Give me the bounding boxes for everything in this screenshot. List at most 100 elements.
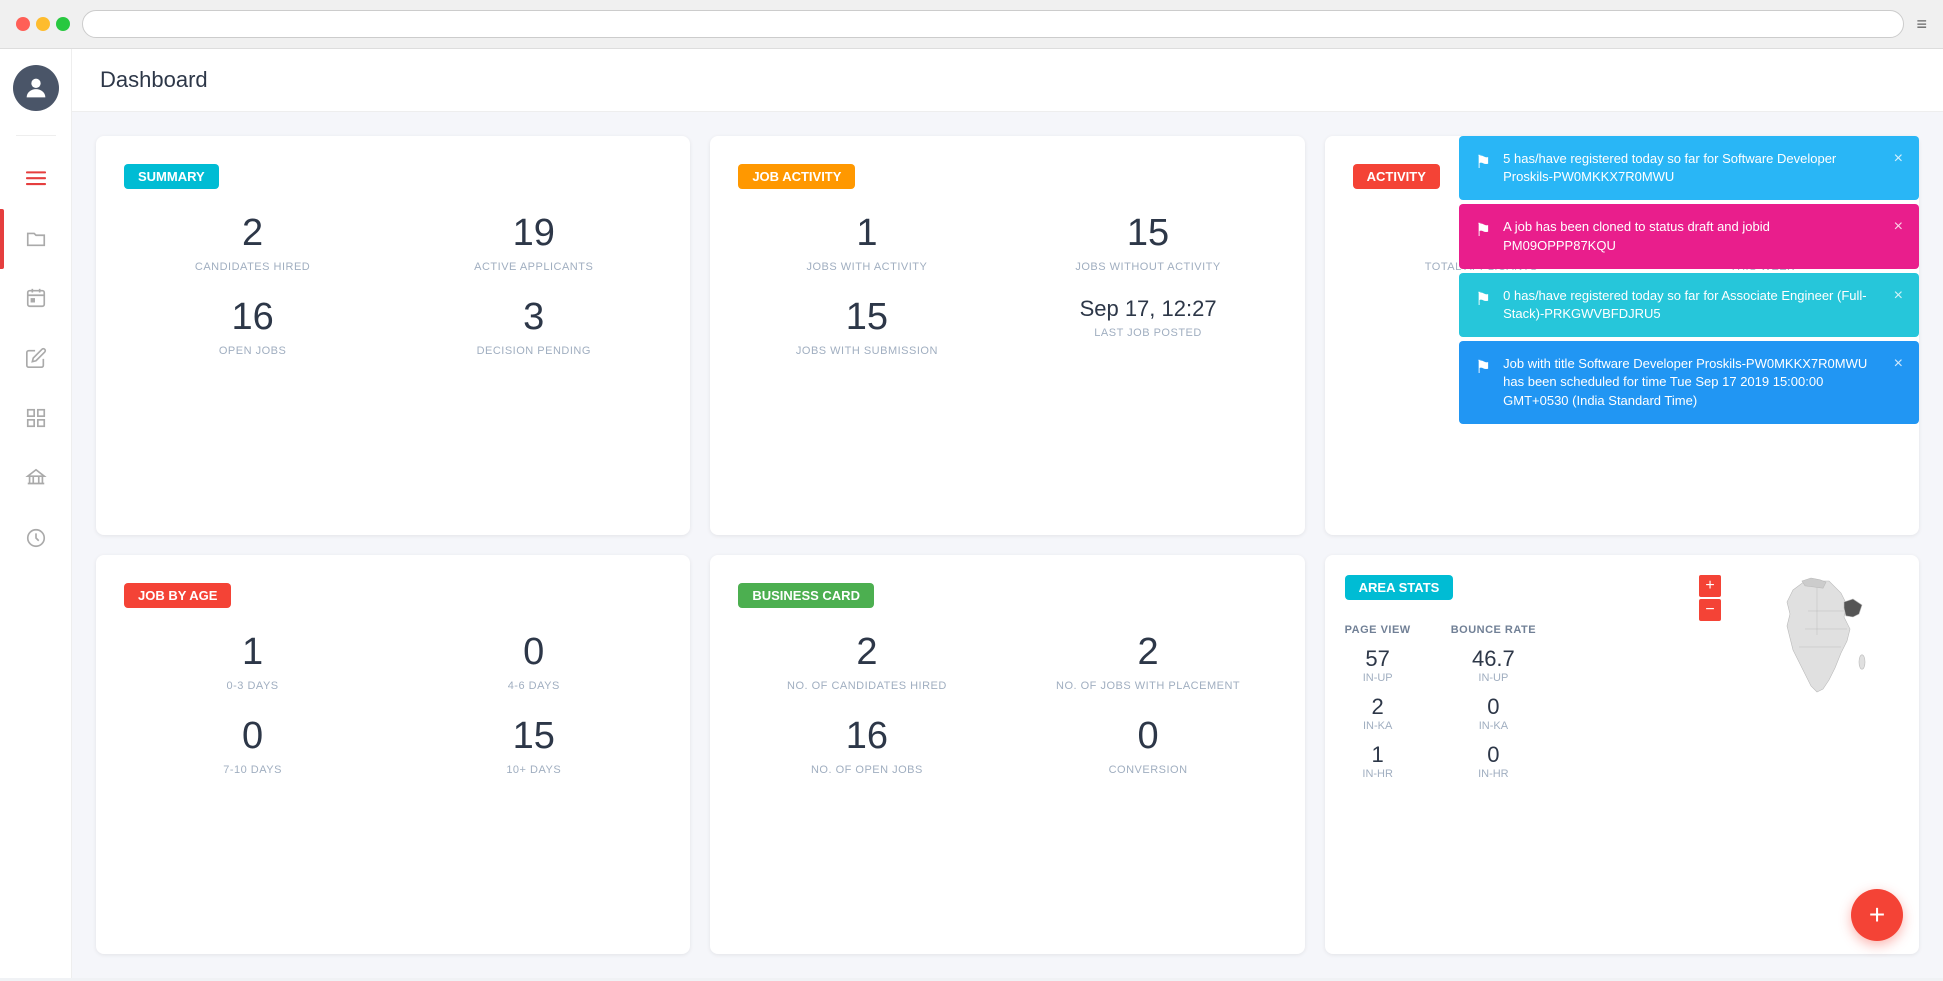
stat-decision-pending-label: DECISION PENDING [405,345,662,357]
stat-jobs-with-activity: 1 JOBS WITH ACTIVITY [738,213,995,273]
stat-active-applicants-label: ACTIVE APPLICANTS [405,261,662,273]
dot-red[interactable] [16,17,30,31]
notification-icon-2: ⚑ [1475,220,1491,241]
stat-jobs-with-placement-value: 2 [1019,632,1276,674]
clock-icon[interactable] [18,520,54,556]
app-container: Dashboard ⚑ 5 has/have registered today … [0,49,1943,978]
stat-jobs-with-submission-value: 15 [738,297,995,339]
browser-dots [16,17,70,31]
fab-button[interactable]: + [1851,889,1903,941]
page-view-header: PAGE VIEW [1345,624,1411,636]
map-zoom-in-button[interactable]: + [1699,575,1721,597]
notification-close-2[interactable]: × [1894,218,1903,236]
stat-0-3-days-value: 1 [124,632,381,674]
map-container: + − [1699,575,1899,934]
stat-candidates-hired-bc: 2 NO. OF CANDIDATES HIRED [738,632,995,692]
grid-icon[interactable] [18,400,54,436]
stat-jobs-with-activity-label: JOBS WITH ACTIVITY [738,261,995,273]
job-by-age-badge: JOB BY AGE [124,583,231,608]
stat-4-6-days-label: 4-6 DAYS [405,680,662,692]
stat-jobs-with-placement-label: NO. OF JOBS WITH PLACEMENT [1019,680,1276,692]
stat-0-3-days-label: 0-3 DAYS [124,680,381,692]
bank-icon[interactable] [18,460,54,496]
notification-text-2: A job has been cloned to status draft an… [1503,218,1882,254]
job-by-age-stats: 1 0-3 DAYS 0 4-6 DAYS 0 7-10 DAYS 15 10+… [124,632,662,776]
main-content: Dashboard ⚑ 5 has/have registered today … [72,49,1943,978]
notification-icon-3: ⚑ [1475,289,1491,310]
stat-decision-pending: 3 DECISION PENDING [405,297,662,357]
dot-green[interactable] [56,17,70,31]
stat-last-job-posted-value: Sep 17, 12:27 [1019,297,1276,321]
stat-jobs-with-submission: 15 JOBS WITH SUBMISSION [738,297,995,357]
highlighted-region [1844,599,1862,617]
stat-open-jobs-label: OPEN JOBS [124,345,381,357]
stat-7-10-days: 0 7-10 DAYS [124,716,381,776]
stat-10plus-days-label: 10+ DAYS [405,764,662,776]
notification-close-1[interactable]: × [1894,150,1903,168]
edit-icon[interactable] [18,340,54,376]
notification-text-3: 0 has/have registered today so far for A… [1503,287,1882,323]
dot-yellow[interactable] [36,17,50,31]
br-hr-value: 0 [1451,742,1536,768]
stat-10plus-days: 15 10+ DAYS [405,716,662,776]
br-ka-label: IN-KA [1451,720,1536,732]
stat-open-jobs-bc-label: NO. OF OPEN JOBS [738,764,995,776]
notification-close-4[interactable]: × [1894,355,1903,373]
pv-up-label: IN-UP [1345,672,1411,684]
page-title: Dashboard [100,67,1915,93]
pv-hr-value: 1 [1345,742,1411,768]
stat-last-job-posted: Sep 17, 12:27 LAST JOB POSTED [1019,297,1276,357]
url-bar[interactable] [82,10,1904,38]
hamburger-icon[interactable] [18,160,54,196]
sidebar-accent [0,209,4,269]
area-stats-card: AREA STATS PAGE VIEW 57 IN-UP 2 IN-KA 1 … [1325,555,1919,954]
area-stats-data: AREA STATS PAGE VIEW 57 IN-UP 2 IN-KA 1 … [1345,575,1683,934]
stat-open-jobs-bc: 16 NO. OF OPEN JOBS [738,716,995,776]
job-activity-card: JOB ACTIVITY 1 JOBS WITH ACTIVITY 15 JOB… [710,136,1304,535]
stat-7-10-days-label: 7-10 DAYS [124,764,381,776]
sidebar [0,49,72,978]
stat-4-6-days: 0 4-6 DAYS [405,632,662,692]
pv-up-value: 57 [1345,646,1411,672]
calendar-icon[interactable] [18,280,54,316]
notification-close-3[interactable]: × [1894,287,1903,305]
stat-jobs-with-submission-label: JOBS WITH SUBMISSION [738,345,995,357]
stat-jobs-without-activity: 15 JOBS WITHOUT ACTIVITY [1019,213,1276,273]
area-stats-badge: AREA STATS [1345,575,1454,600]
summary-card: SUMMARY 2 CANDIDATES HIRED 19 ACTIVE APP… [96,136,690,535]
sidebar-divider [16,135,56,136]
stat-jobs-without-activity-value: 15 [1019,213,1276,255]
stat-jobs-without-activity-label: JOBS WITHOUT ACTIVITY [1019,261,1276,273]
stat-4-6-days-value: 0 [405,632,662,674]
notification-4: ⚑ Job with title Software Developer Pros… [1459,341,1919,424]
stat-conversion: 0 CONVERSION [1019,716,1276,776]
stat-7-10-days-value: 0 [124,716,381,758]
br-hr-label: IN-HR [1451,768,1536,780]
pv-ka-value: 2 [1345,694,1411,720]
business-card-badge: BUSINESS CARD [738,583,874,608]
bounce-rate-header: BOUNCE RATE [1451,624,1536,636]
map-zoom-out-button[interactable]: − [1699,599,1721,621]
pv-ka-label: IN-KA [1345,720,1411,732]
business-card-stats: 2 NO. OF CANDIDATES HIRED 2 NO. OF JOBS … [738,632,1276,776]
notification-icon-4: ⚑ [1475,357,1491,378]
browser-chrome: ≡ [0,0,1943,49]
summary-stats: 2 CANDIDATES HIRED 19 ACTIVE APPLICANTS … [124,213,662,357]
header: Dashboard [72,49,1943,112]
stat-open-jobs: 16 OPEN JOBS [124,297,381,357]
india-map-svg [1727,575,1907,695]
stat-active-applicants-value: 19 [405,213,662,255]
stat-10plus-days-value: 15 [405,716,662,758]
pv-hr-label: IN-HR [1345,768,1411,780]
stat-candidates-hired-label: CANDIDATES HIRED [124,261,381,273]
browser-menu-icon[interactable]: ≡ [1916,14,1927,35]
folder-icon[interactable] [18,220,54,256]
map-controls: + − [1699,575,1721,621]
stat-decision-pending-value: 3 [405,297,662,339]
stat-last-job-posted-label: LAST JOB POSTED [1019,327,1276,339]
stat-0-3-days: 1 0-3 DAYS [124,632,381,692]
stat-candidates-hired-bc-label: NO. OF CANDIDATES HIRED [738,680,995,692]
job-activity-badge: JOB ACTIVITY [738,164,855,189]
job-by-age-card: JOB BY AGE 1 0-3 DAYS 0 4-6 DAYS 0 7-10 … [96,555,690,954]
stat-jobs-with-activity-value: 1 [738,213,995,255]
